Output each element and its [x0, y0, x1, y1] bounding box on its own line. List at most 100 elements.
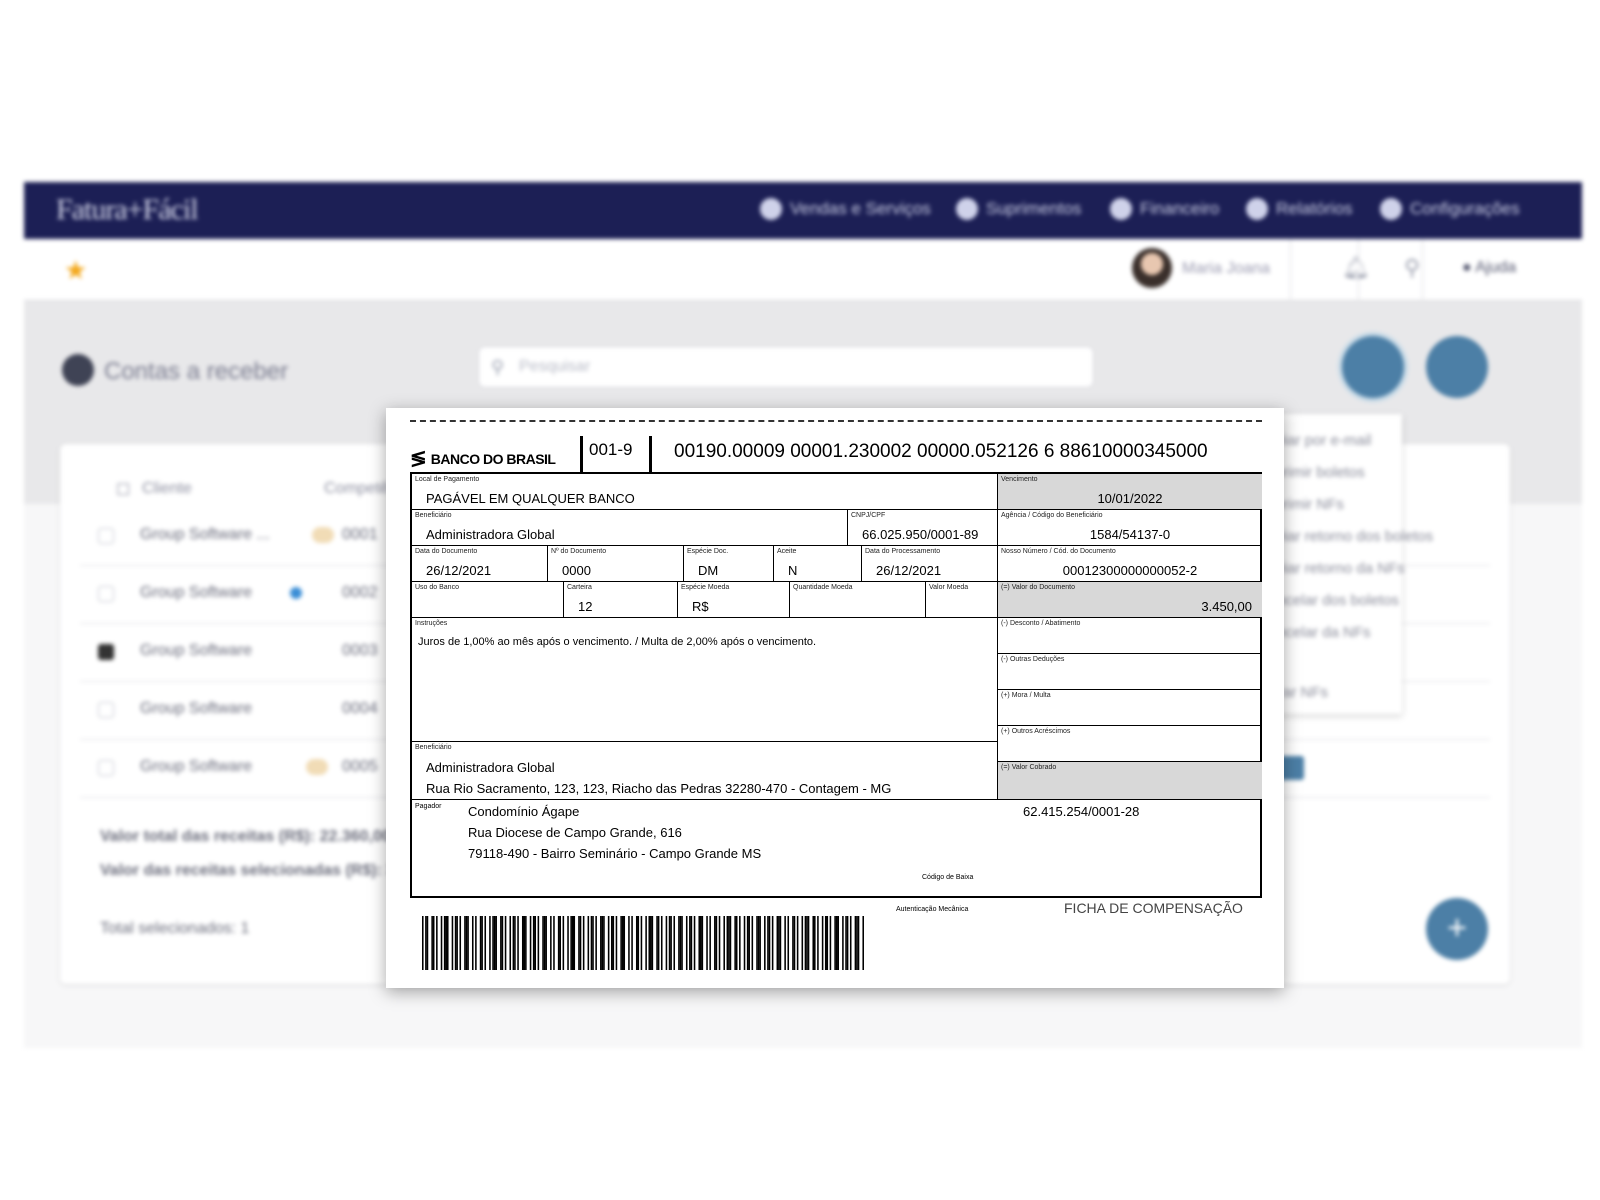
barcode-bar: [456, 916, 458, 970]
barcode-bar: [768, 916, 771, 970]
field-outros-acrescimos: (+) Outros Acréscimos: [998, 726, 1262, 762]
field-valor-documento: (=) Valor do Documento 3.450,00: [998, 582, 1262, 618]
column-header-checkbox[interactable]: ☐: [116, 480, 130, 500]
help-button[interactable]: ● Ajuda: [1462, 259, 1516, 277]
avatar[interactable]: [1132, 248, 1172, 288]
nav-supplies[interactable]: Suprimentos: [956, 198, 1081, 220]
barcode-bar: [690, 916, 693, 970]
barcode-bar: [475, 916, 477, 970]
field-label: Uso do Banco: [415, 584, 459, 591]
barcode-bar: [523, 916, 526, 970]
barcode-bar: [837, 916, 840, 970]
barcode-bar: [817, 916, 819, 970]
field-label: Valor Moeda: [929, 584, 969, 591]
field-value: 3.450,00: [1201, 599, 1252, 614]
digitable-line: 00190.00009 00001.230002 00000.052126 6 …: [674, 441, 1208, 462]
back-icon[interactable]: [62, 354, 94, 386]
field-cnpj: CNPJ/CPF 66.025.950/0001-89: [848, 510, 998, 546]
nav-label: Financeiro: [1140, 199, 1220, 218]
instructions-text: Juros de 1,00% ao mês após o vencimento.…: [418, 636, 817, 648]
barcode-bar: [600, 916, 602, 970]
user-menu[interactable]: Maria Joana: [1182, 260, 1270, 278]
row-code: 0002: [342, 584, 378, 601]
barcode-bar: [464, 916, 466, 970]
barcode-bar: [451, 916, 454, 970]
barcode-bar: [557, 916, 560, 970]
field-data-documento: Data do Documento 26/12/2021: [412, 546, 548, 582]
barcode-bar: [829, 916, 832, 970]
barcode-bar: [426, 916, 429, 970]
field-label: Carteira: [567, 584, 592, 591]
barcode-bar: [718, 916, 721, 970]
row-checkbox[interactable]: [98, 760, 114, 776]
field-label: Data do Documento: [415, 548, 478, 555]
row-checkbox[interactable]: [98, 528, 114, 544]
field-numero-documento: Nº do Documento 0000: [548, 546, 684, 582]
add-button[interactable]: +: [1426, 898, 1488, 960]
nav-label: Vendas e Serviços: [790, 199, 931, 218]
divider: [1290, 239, 1291, 301]
nav-reports[interactable]: Relatórios: [1246, 198, 1353, 220]
barcode-bar: [681, 916, 683, 970]
search-icon: ⚲: [491, 357, 505, 377]
barcode-bar: [854, 916, 857, 970]
gear-icon: [1380, 198, 1402, 220]
barcode-bar: [714, 916, 716, 970]
field-label: Pagador: [415, 803, 442, 810]
barcode-bar: [471, 916, 474, 970]
row-checkbox[interactable]: [98, 702, 114, 718]
barcode-bar: [481, 916, 483, 970]
field-value: Administradora Global: [426, 760, 555, 775]
field-label: Agência / Código do Beneficiário: [1001, 512, 1103, 519]
barcode-bar: [793, 916, 796, 970]
barcode-bar: [792, 916, 794, 970]
barcode-button[interactable]: [1342, 336, 1404, 398]
barcode-bar: [757, 916, 760, 970]
barcode-bar: [734, 916, 736, 970]
barcode-bar: [689, 916, 691, 970]
barcode-bar: [771, 916, 774, 970]
star-icon[interactable]: ★: [64, 255, 87, 286]
app-logo[interactable]: Fatura+Fácil: [56, 193, 199, 227]
row-client: Group Software: [140, 584, 253, 601]
barcode-bar: [443, 916, 446, 970]
search-input[interactable]: ⚲ Pesquisar: [478, 346, 1094, 388]
chart-button[interactable]: [1426, 336, 1488, 398]
barcode-bar: [620, 916, 622, 970]
barcode-bar: [492, 916, 494, 970]
barcode-bar: [493, 916, 496, 970]
barcode-bar: [668, 916, 671, 970]
barcode-bar: [645, 916, 647, 970]
nav-sales[interactable]: Vendas e Serviços: [760, 198, 931, 220]
barcode-bar: [514, 916, 516, 970]
barcode-bar: [446, 916, 449, 970]
nav-finance[interactable]: Financeiro: [1110, 198, 1219, 220]
field-beneficiario-endereco: Beneficiário Administradora Global Rua R…: [412, 742, 998, 800]
column-header-client[interactable]: Cliente: [142, 480, 192, 498]
supplies-icon: [956, 198, 978, 220]
field-label: CNPJ/CPF: [851, 512, 886, 519]
barcode-bar: [651, 916, 654, 970]
barcode-bar: [592, 916, 594, 970]
selected-count: Total selecionados: 1: [100, 920, 250, 937]
search-icon[interactable]: ⚲: [1404, 255, 1420, 281]
row-checkbox[interactable]: [98, 644, 114, 660]
field-agencia: Agência / Código do Beneficiário 1584/54…: [998, 510, 1262, 546]
barcode-bar: [570, 916, 572, 970]
barcode-bar: [834, 916, 836, 970]
barcode-bar: [571, 916, 574, 970]
barcode-bar: [764, 916, 766, 970]
barcode-bar: [445, 916, 447, 970]
barcode-bar: [759, 916, 761, 970]
barcode-bar: [670, 916, 672, 970]
bell-icon[interactable]: 🔔︎: [1342, 255, 1370, 281]
barcode-bar: [612, 916, 615, 970]
row-checkbox[interactable]: [98, 586, 114, 602]
barcode-bar: [715, 916, 718, 970]
menu-item[interactable]: Enviar retorno dos boletos: [1258, 528, 1433, 545]
barcode-bar: [640, 916, 643, 970]
barcode-bar: [856, 916, 858, 970]
nav-settings[interactable]: Configurações: [1380, 198, 1520, 220]
barcode-bar: [779, 916, 782, 970]
page-title: Contas a receber: [104, 358, 289, 385]
